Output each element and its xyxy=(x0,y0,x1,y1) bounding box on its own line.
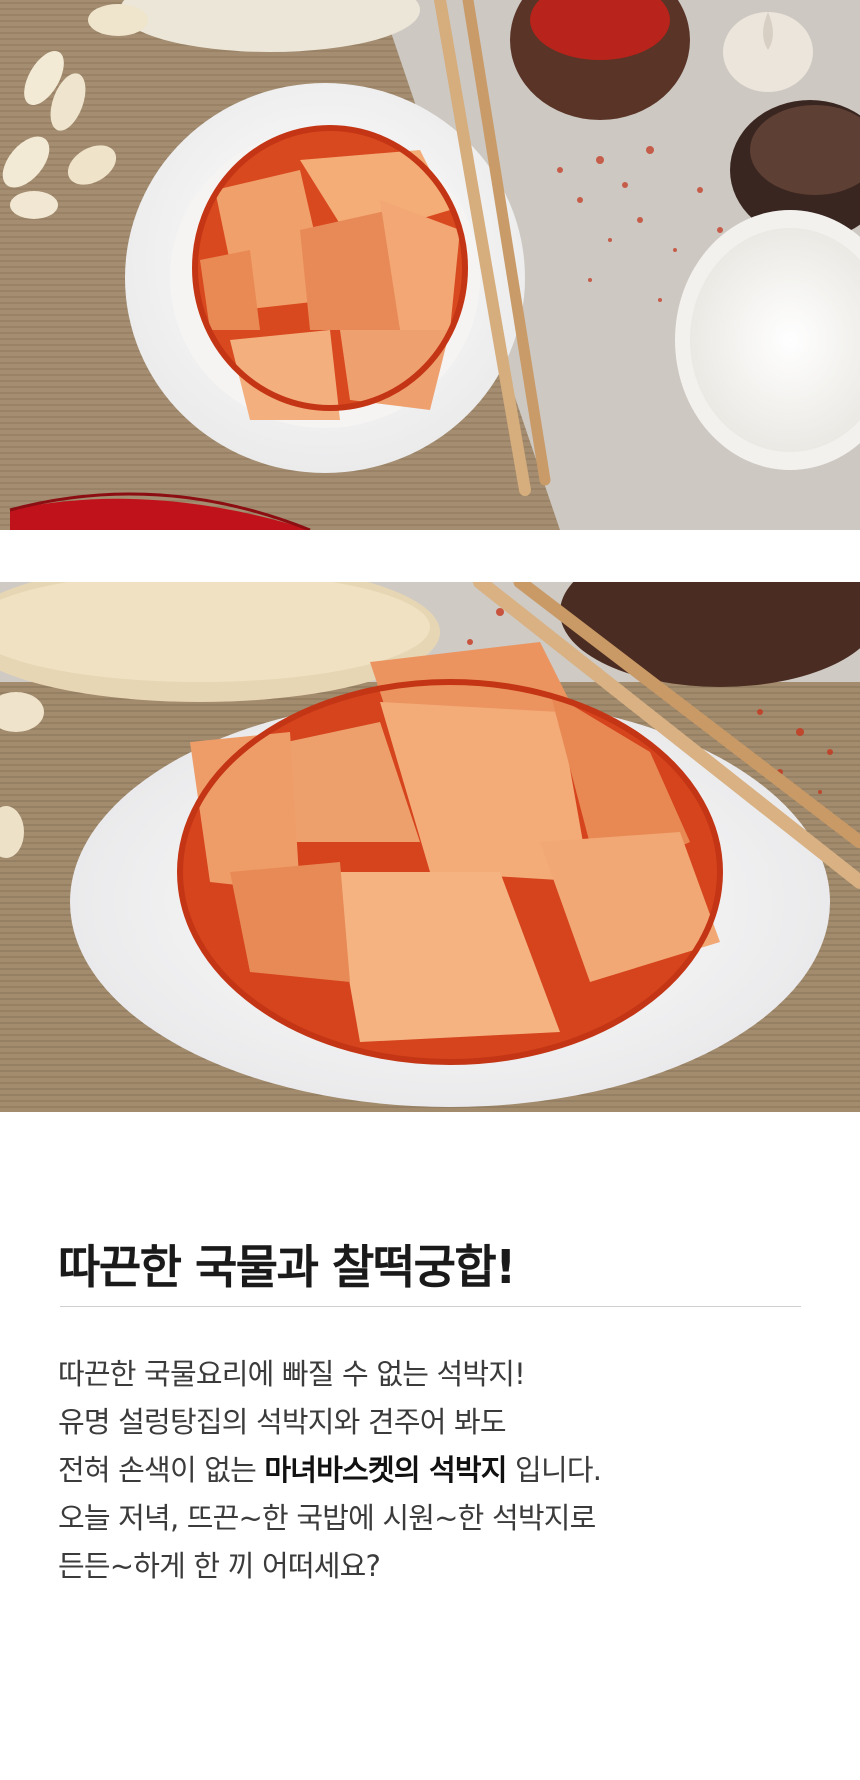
description-line-5: 든든~하게 한 끼 어떠세요? xyxy=(58,1549,381,1583)
product-description: 따끈한 국물요리에 빠질 수 없는 석박지! 유명 설렁탕집의 석박지와 견주어… xyxy=(58,1350,602,1590)
description-line-3-start: 전혀 손색이 없는 xyxy=(58,1453,265,1487)
kimchi-top-view-photo xyxy=(0,0,860,530)
description-line-3-end: 입니다. xyxy=(506,1453,602,1487)
description-line-2: 유명 설렁탕집의 석박지와 견주어 봐도 xyxy=(58,1405,507,1439)
section-title: 따끈한 국물과 찰떡궁합! xyxy=(58,1239,516,1294)
description-line-4: 오늘 저녁, 뜨끈~한 국밥에 시원~한 석박지로 xyxy=(58,1501,596,1535)
title-divider xyxy=(60,1306,801,1307)
kimchi-close-up-photo xyxy=(0,582,860,1112)
description-line-3: 전혀 손색이 없는 마녀바스켓의 석박지 입니다. xyxy=(58,1446,602,1494)
brand-product-name: 마녀바스켓의 석박지 xyxy=(264,1453,507,1487)
description-line-1: 따끈한 국물요리에 빠질 수 없는 석박지! xyxy=(58,1357,526,1391)
